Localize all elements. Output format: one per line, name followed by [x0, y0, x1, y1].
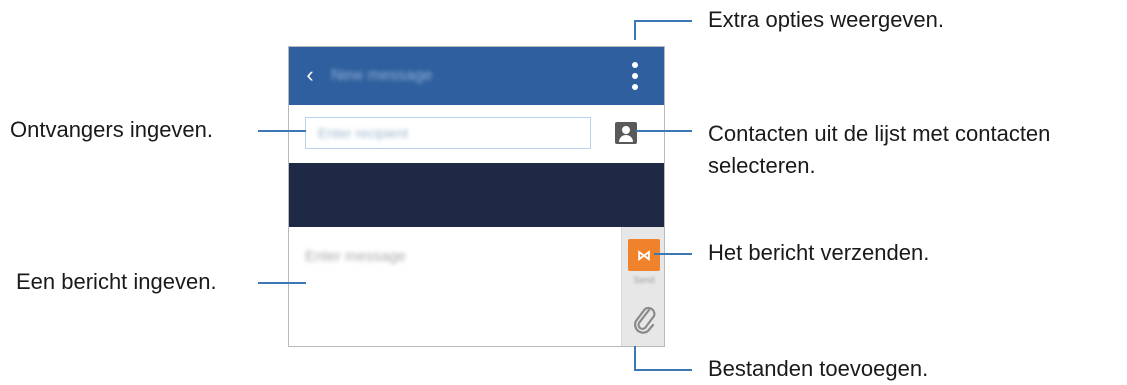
recipients-callout-line: [258, 130, 306, 132]
conversation-area: [289, 163, 664, 227]
send-callout-line: [654, 253, 692, 255]
compose-side-column: ⋈ Send: [621, 227, 664, 346]
recipients-label: Ontvangers ingeven.: [10, 117, 214, 142]
paperclip-icon[interactable]: [628, 299, 660, 339]
more-vertical-icon[interactable]: [625, 59, 645, 93]
send-icon: ⋈: [637, 247, 651, 263]
app-bar: ‹ New message: [289, 47, 664, 105]
message-label: Een bericht ingeven.: [16, 269, 217, 294]
attach-callout-line: [634, 369, 692, 371]
chevron-left-icon[interactable]: ‹: [299, 63, 321, 87]
recipient-placeholder: Enter recipient: [318, 125, 409, 141]
more-options-callout-line: [634, 20, 636, 40]
send-button[interactable]: ⋈: [628, 239, 660, 271]
recipient-row: Enter recipient: [289, 105, 664, 163]
message-input[interactable]: Enter message: [305, 247, 406, 267]
contact-icon[interactable]: [615, 122, 637, 144]
more-options-callout-line: [634, 20, 692, 22]
recipient-input[interactable]: Enter recipient: [305, 117, 591, 149]
attach-label: Bestanden toevoegen.: [708, 356, 929, 381]
send-label: Het bericht verzenden.: [708, 240, 930, 265]
message-compose-screen: ‹ New message Enter recipient Enter mess…: [288, 46, 665, 347]
contacts-label-line1: Contacten uit de lijst met contacten: [708, 121, 1051, 146]
attach-callout-line: [634, 346, 636, 370]
more-options-label: Extra opties weergeven.: [708, 7, 945, 32]
contacts-callout-line: [636, 130, 692, 132]
send-sub-label: Send: [633, 275, 655, 285]
app-bar-title: New message: [331, 67, 433, 84]
contacts-label-line2: selecteren.: [708, 153, 816, 178]
compose-area: Enter message ⋈ Send: [289, 227, 664, 346]
message-callout-line: [258, 282, 306, 284]
